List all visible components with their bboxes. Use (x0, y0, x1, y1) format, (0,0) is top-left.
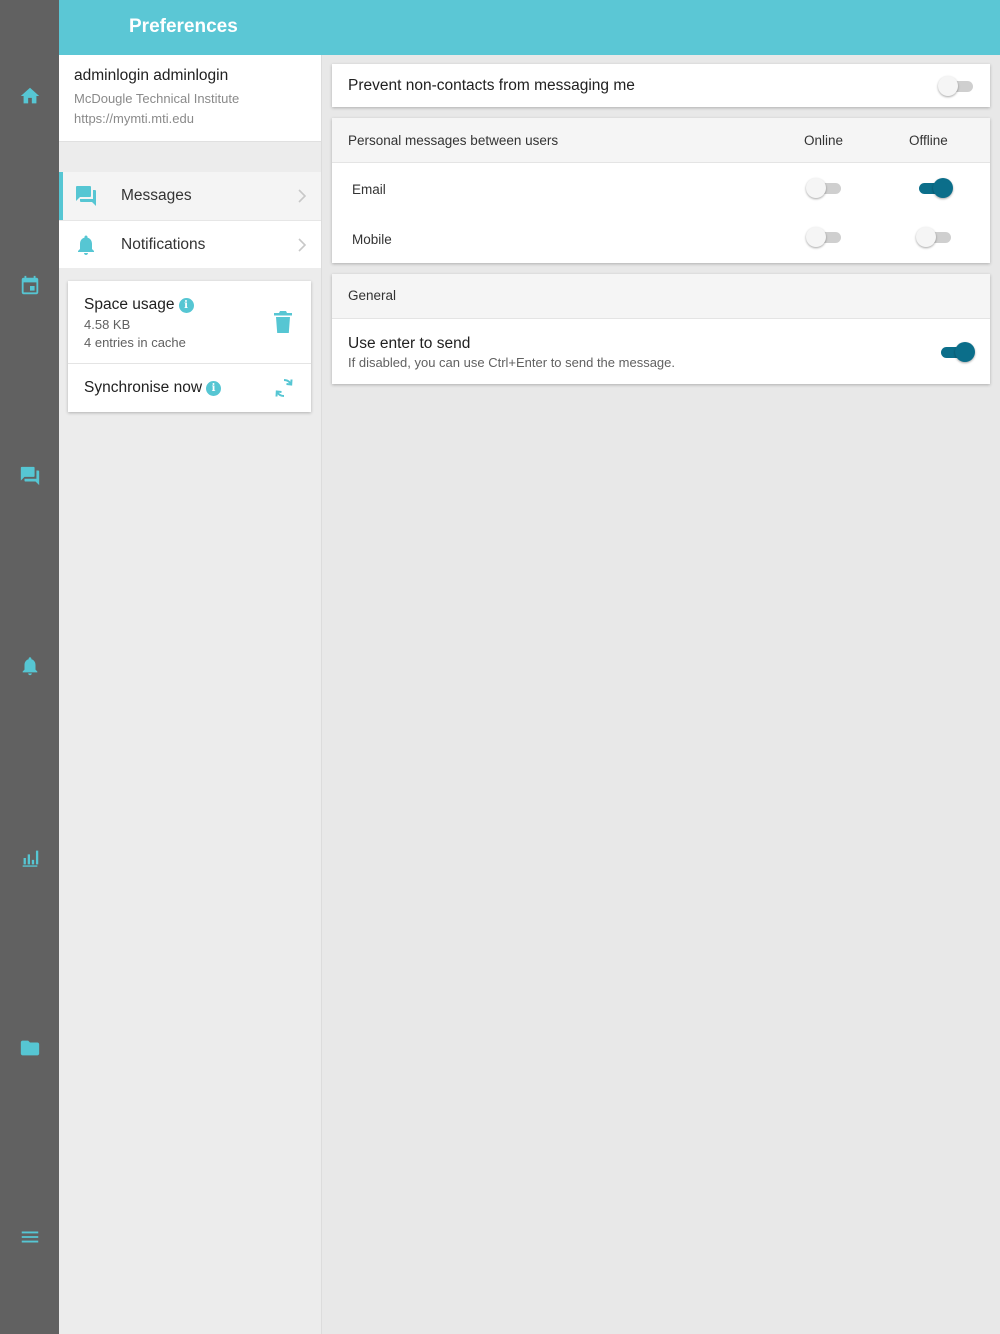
synchronise-row: Synchronise now i (68, 365, 311, 412)
notifications-icon[interactable] (0, 648, 59, 684)
info-icon[interactable]: i (206, 380, 222, 396)
trash-icon (274, 311, 292, 333)
bell-icon (74, 233, 98, 257)
general-settings-card: General Use enter to send If disabled, y… (332, 274, 990, 384)
messages-icon[interactable] (0, 458, 59, 494)
prevent-non-contacts-label: Prevent non-contacts from messaging me (348, 77, 635, 94)
email-online-toggle[interactable] (806, 178, 844, 198)
account-info: adminlogin adminlogin McDougle Technical… (59, 55, 321, 142)
synchronise-button[interactable] (272, 376, 296, 400)
home-icon[interactable] (0, 78, 59, 114)
page-title: Preferences (129, 16, 238, 37)
use-enter-to-send-description: If disabled, you can use Ctrl+Enter to s… (348, 355, 675, 370)
menu-item-messages[interactable]: Messages (59, 172, 321, 220)
storage-card: Space usage i 4.58 KB 4 entries in cache… (68, 281, 311, 412)
app-header: Preferences (59, 0, 1000, 55)
email-offline-toggle[interactable] (916, 178, 954, 198)
cache-entries-count: 4 entries in cache (84, 335, 186, 350)
column-header-offline: Offline (909, 133, 948, 148)
account-site-name: McDougle Technical Institute (74, 91, 240, 106)
files-icon[interactable] (0, 1030, 59, 1066)
space-usage-title: Space usage i (84, 296, 194, 314)
chevron-right-icon (297, 188, 307, 204)
menu-item-label: Messages (121, 187, 192, 204)
grades-icon[interactable] (0, 840, 59, 876)
prevent-non-contacts-toggle[interactable] (938, 76, 976, 96)
menu-item-notifications[interactable]: Notifications (59, 220, 321, 268)
side-navigation-rail (0, 0, 59, 1334)
mobile-offline-toggle[interactable] (916, 227, 954, 247)
general-title: General (348, 288, 397, 303)
more-menu-icon[interactable] (0, 1219, 59, 1255)
account-name: adminlogin adminlogin (74, 67, 229, 84)
delete-cache-button[interactable] (271, 309, 295, 335)
prevent-non-contacts-card: Prevent non-contacts from messaging me (332, 64, 990, 107)
calendar-icon[interactable] (0, 268, 59, 304)
synchronise-title: Synchronise now i (84, 379, 222, 397)
use-enter-to-send-label: Use enter to send (348, 335, 471, 352)
synchronise-label: Synchronise now (84, 379, 203, 396)
menu-item-label: Notifications (121, 235, 206, 253)
space-usage-label: Space usage (84, 296, 175, 313)
processor-label-mobile: Mobile (352, 232, 392, 247)
space-usage-size: 4.58 KB (84, 317, 131, 332)
processor-label-email: Email (352, 182, 386, 197)
account-site-url: https://mymti.mti.edu (74, 111, 194, 126)
space-usage-row: Space usage i 4.58 KB 4 entries in cache (68, 281, 311, 364)
personal-messages-header: Personal messages between users Online O… (332, 118, 990, 163)
column-header-online: Online (804, 133, 844, 148)
general-header: General (332, 274, 990, 319)
use-enter-to-send-toggle[interactable] (938, 342, 976, 362)
preferences-left-panel: adminlogin adminlogin McDougle Technical… (59, 55, 322, 1334)
chevron-right-icon (297, 237, 307, 253)
personal-messages-card: Personal messages between users Online O… (332, 118, 990, 263)
messages-icon (74, 184, 98, 208)
info-icon[interactable]: i (178, 297, 194, 313)
personal-messages-title: Personal messages between users (348, 133, 559, 148)
preferences-menu: Messages Notifications (59, 172, 321, 268)
mobile-online-toggle[interactable] (806, 227, 844, 247)
sync-icon (275, 379, 293, 397)
